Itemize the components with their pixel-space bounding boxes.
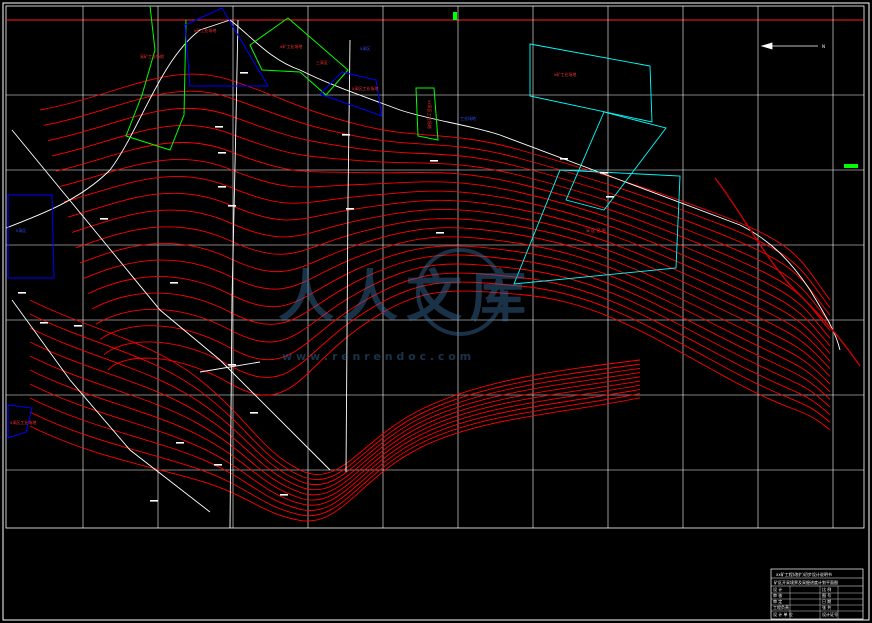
watermark-brand: 人人文库 [278,264,534,330]
contour-line [29,369,641,501]
elevation-marker [346,208,354,210]
north-arrow-icon [760,42,818,50]
river-line [714,177,861,367]
elevation-marker [215,126,223,128]
elevation-marker [176,442,184,444]
contour-line [29,383,641,506]
elevation-marker [40,322,48,324]
elevation-marker [170,282,178,284]
zone-label-6: x采区 [360,45,370,51]
elevation-marker [606,196,614,198]
blue-boundaries [7,7,383,439]
tb-right-5: 设计证号 [822,611,838,617]
elevation-marker [250,412,258,414]
elevation-marker [560,158,568,160]
cad-drawing-canvas: 采矿工业场地 x矿工业场地 x矿工业场地 三采区 x采区工业场地 x矿工业场地 … [2,2,870,621]
watermark-url: w w w . r e n r e n d o c . c o m [282,350,471,363]
elevation-marker [218,152,226,154]
tb-right-1: 比 例 [822,586,831,592]
cyan-boundary-north [529,43,653,123]
blue-boundary-west [7,194,55,279]
elevation-marker [74,325,82,327]
elevation-marker [430,160,438,162]
zone-label-12: x采区工业场地 [10,419,36,425]
contour-line [29,388,641,511]
diagonal-line-b [11,299,211,513]
zone-label-3: x矿工业场地 [280,43,302,49]
green-marker-top [453,12,457,20]
tb-right-3: 日 期 [822,598,831,604]
tb-right-2: 图 号 [822,592,831,598]
zone-label-9: xx采区工业场地 [427,100,433,129]
vertical-line-a [229,19,239,529]
zone-label-2: x矿工业场地 [194,27,216,33]
tb-row-4: 工程负责 [773,604,789,610]
north-arrow-label: N [822,44,825,49]
contour-line [29,313,641,481]
zone-label-1: 采矿工业场地 [140,53,164,59]
elevation-marker [100,218,108,220]
elevation-marker [18,292,26,294]
zone-label-4: 三采区 [316,59,328,65]
watermark: 人人文库 w w w . r e n r e n d o c . c o m [278,248,534,363]
tb-row-3: 审 定 [773,598,782,604]
elevation-marker [228,205,236,207]
zone-label-7: x矿工业场地 [554,71,576,77]
zone-label-11: x采区 [16,227,26,233]
green-marker-right [844,164,858,168]
contour-line [29,355,641,496]
elevation-marker [214,464,222,466]
elevation-marker [150,500,158,502]
tb-row-2: 审 核 [773,592,782,598]
title-block: xx矿工程(改扩)初步设计说明书 矿区开采境界及采掘进度计划平面图 设 计 审 … [770,568,864,620]
zone-label-10: 采 区 范 围 [586,227,606,233]
green-boundary-small [415,87,439,141]
tb-row-1: 设 计 [773,586,782,592]
elevation-marker [218,186,226,188]
tb-right-4: 张 共 [822,604,831,610]
tb-row-5: 设 计 单 位 [773,611,793,617]
elevation-marker [228,364,236,366]
elevation-marker [240,72,248,74]
cyan-boundary-large [513,169,681,285]
title-heading: xx矿工程(改扩)初步设计说明书 [776,571,832,577]
title-subtitle: 矿区开采境界及采掘进度计划平面图 [774,579,838,585]
elevation-marker [342,134,350,136]
elevation-marker [600,172,608,174]
elevation-marker [436,232,444,234]
zone-label-8: 工业场地 [460,115,476,121]
blue-boundary-east [319,71,383,117]
green-boundary-center [249,17,349,96]
green-boundaries [125,5,439,151]
zone-label-5: x采区工业场地 [352,85,378,91]
elevation-marker [280,494,288,496]
